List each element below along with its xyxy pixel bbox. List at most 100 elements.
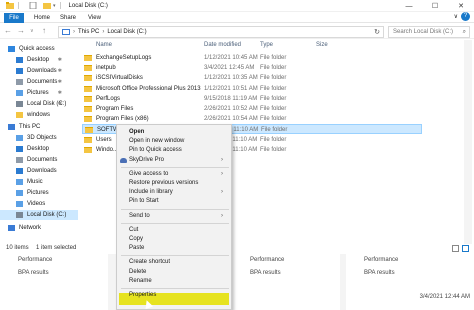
search-placeholder: Search Local Disk (C:): [393, 29, 454, 35]
tab-share[interactable]: Share: [56, 13, 80, 23]
nav-item-label: Desktop: [27, 57, 50, 63]
refresh-icon[interactable]: ↻: [374, 28, 380, 36]
nav-item[interactable]: Music: [0, 177, 78, 187]
nav-item[interactable]: Videos: [0, 199, 78, 209]
folder-icon: [84, 146, 92, 153]
menu-item-pin-to-start[interactable]: Pin to Start: [129, 197, 159, 206]
file-row[interactable]: ExchangeSetupLogs 1/12/2021 10:45 AM File …: [82, 53, 422, 63]
menu-item-open-in-new-window[interactable]: Open in new window: [129, 137, 184, 146]
column-header-size[interactable]: Size: [316, 40, 328, 51]
menu-item-delete[interactable]: Delete: [129, 268, 146, 277]
expand-ribbon-icon[interactable]: ∨: [454, 13, 458, 20]
menu-item-properties[interactable]: Properties: [129, 291, 156, 300]
nav-item-icon: [16, 112, 23, 118]
pin-icon: ✱: [57, 90, 62, 96]
nav-item[interactable]: Pictures: [0, 188, 78, 198]
menu-item-label: Rename: [129, 277, 152, 284]
menu-item-paste[interactable]: Paste: [129, 244, 144, 253]
file-row[interactable]: iSCSIVirtualDisks 1/12/2021 10:35 AM File …: [82, 73, 422, 83]
up-arrow-icon[interactable]: ↑: [42, 26, 46, 35]
nav-item-icon: [8, 225, 15, 231]
nav-item-icon: [16, 68, 23, 74]
file-row[interactable]: Program Files (x86) 2/26/2021 10:54 AM Fil…: [82, 114, 422, 124]
skydrive-icon: [120, 157, 127, 163]
details-view-icon[interactable]: [452, 245, 459, 252]
file-type: File folder: [260, 136, 287, 143]
nav-item[interactable]: Documents ✱: [0, 77, 78, 87]
file-type: File folder: [260, 75, 287, 82]
nav-item-label: Downloads: [27, 68, 57, 74]
menu-item-give-access-to[interactable]: Give access to ›: [129, 170, 223, 179]
menu-item-label: Open in new window: [129, 138, 185, 145]
nav-item[interactable]: This PC: [0, 122, 78, 132]
file-row[interactable]: PerfLogs 9/15/2018 11:19 AM File folder: [82, 94, 422, 104]
breadcrumb-local-disk[interactable]: Local Disk (C:): [107, 29, 146, 35]
file-row[interactable]: Program Files 2/26/2021 10:52 AM File fold…: [82, 104, 422, 114]
customize-toolbar-icon[interactable]: ▾: [53, 3, 56, 9]
file-type: File folder: [260, 116, 287, 123]
menu-divider: [121, 222, 229, 224]
menu-item-include-in-library[interactable]: Include in library ›: [129, 188, 223, 197]
menu-item-label: Open: [129, 129, 145, 135]
menu-item-copy[interactable]: Copy: [129, 235, 143, 244]
file-type: File folder: [261, 127, 288, 134]
close-button[interactable]: ✕: [448, 0, 474, 12]
back-arrow-icon[interactable]: ←: [4, 26, 12, 35]
nav-item[interactable]: Documents: [0, 155, 78, 165]
column-header-name[interactable]: Name: [96, 40, 112, 51]
forward-arrow-icon[interactable]: →: [17, 26, 25, 35]
nav-item[interactable]: Downloads ✱: [0, 66, 78, 76]
menu-item-label: Delete: [129, 268, 147, 275]
nav-item[interactable]: Local Disk (C:) ✱: [0, 99, 78, 109]
tab-file[interactable]: File: [4, 13, 24, 23]
nav-item[interactable]: Desktop ✱: [0, 55, 78, 65]
properties-icon[interactable]: [29, 2, 37, 9]
help-icon[interactable]: ?: [461, 12, 470, 21]
folder-icon: [84, 116, 92, 123]
vertical-scrollbar[interactable]: [464, 40, 472, 244]
new-folder-icon[interactable]: [43, 2, 51, 9]
breadcrumb-this-pc[interactable]: This PC: [78, 29, 99, 35]
nav-item[interactable]: Network: [0, 223, 78, 233]
address-bar[interactable]: › This PC › Local Disk (C:) ↻: [58, 26, 384, 38]
nav-item[interactable]: 3D Objects: [0, 133, 78, 143]
menu-item-cut[interactable]: Cut: [129, 226, 138, 235]
file-type: File folder: [260, 146, 287, 153]
column-header-type[interactable]: Type: [260, 40, 273, 51]
selection-count: 1 item selected: [36, 245, 77, 251]
nav-item-label: 3D Objects: [27, 135, 57, 141]
menu-item-rename[interactable]: Rename: [129, 277, 152, 286]
large-icons-view-icon[interactable]: [462, 245, 469, 252]
file-name: Microsoft Office Professional Plus 2013: [96, 85, 201, 92]
maximize-button[interactable]: ☐: [422, 0, 448, 12]
nav-item-icon: [16, 212, 23, 218]
menu-item-send-to[interactable]: Send to ›: [129, 212, 223, 221]
menu-divider: [121, 166, 229, 168]
nav-item-label: Documents: [27, 79, 58, 85]
menu-item-skydrive-pro[interactable]: SkyDrive Pro ›: [129, 156, 223, 165]
folder-icon: [84, 106, 92, 112]
menu-item-label: Copy: [129, 236, 144, 242]
nav-item[interactable]: Pictures ✱: [0, 88, 78, 98]
menu-item-create-shortcut[interactable]: Create shortcut: [129, 258, 170, 267]
nav-item[interactable]: Local Disk (C:): [0, 210, 78, 220]
nav-item[interactable]: Downloads: [0, 166, 78, 176]
nav-item[interactable]: Quick access: [0, 44, 78, 54]
tab-view[interactable]: View: [84, 13, 105, 23]
menu-item-open[interactable]: Open: [129, 128, 144, 137]
recent-locations-icon[interactable]: ∨: [30, 28, 34, 34]
menu-item-pin-to-quick-access[interactable]: Pin to Quick access: [129, 146, 182, 155]
column-header-date[interactable]: Date modified: [204, 40, 241, 51]
ribbon-tabs: File Home Share View ∨ ?: [0, 12, 474, 23]
nav-item[interactable]: Desktop: [0, 144, 78, 154]
menu-item-restore-previous-versions[interactable]: Restore previous versions: [129, 179, 198, 188]
file-row[interactable]: Microsoft Office Professional Plus 2013 1…: [82, 84, 422, 94]
menu-item-label: Give access to: [129, 170, 169, 177]
file-row[interactable]: inetpub 3/4/2021 12:45 AM File folder: [82, 63, 422, 73]
window-title: Local Disk (C:): [68, 2, 108, 9]
minimize-button[interactable]: —: [396, 0, 422, 12]
tab-home[interactable]: Home: [30, 13, 54, 23]
nav-item[interactable]: windows: [0, 110, 78, 120]
file-date: 1/12/2021 10:45 AM: [204, 55, 258, 61]
search-input[interactable]: Search Local Disk (C:) ⌕: [388, 26, 470, 38]
